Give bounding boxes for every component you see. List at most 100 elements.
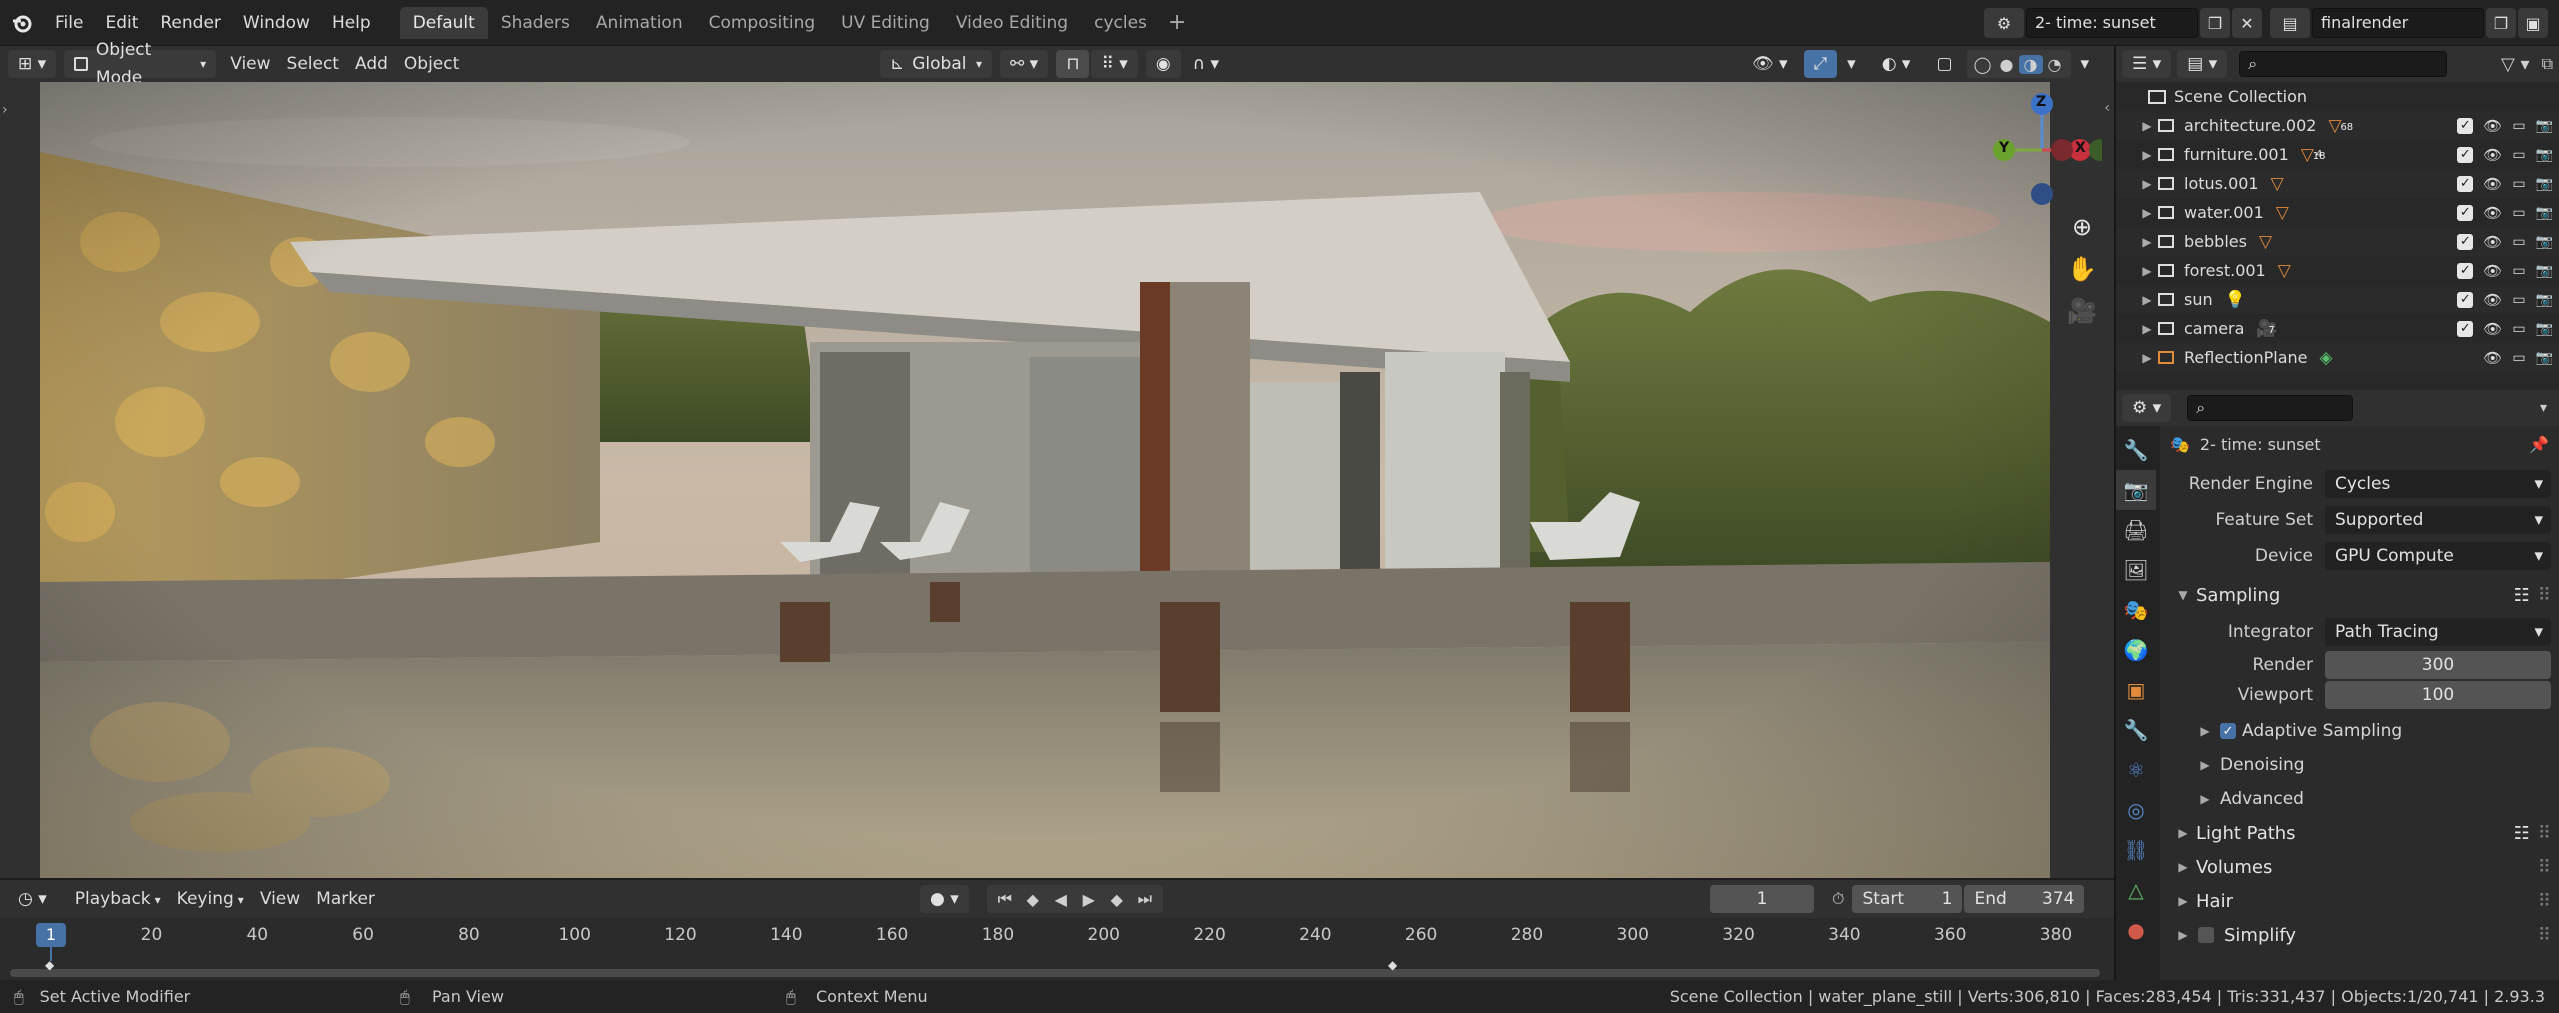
new-view-layer-icon[interactable]: ❐	[2486, 8, 2516, 38]
scene-name-field[interactable]: 2- time: sunset	[2026, 8, 2198, 38]
pan-hand-icon[interactable]: ✋	[2063, 250, 2101, 288]
menu-help[interactable]: Help	[321, 0, 382, 46]
overlay-icon[interactable]: ◐ ▾	[1872, 50, 1921, 78]
outliner-item-sun[interactable]: ▶ sun 💡 ✓ 👁 ▭ 📷	[2116, 285, 2559, 314]
view-layer-field[interactable]: finalrender	[2312, 8, 2484, 38]
render-tab-icon[interactable]: 📷	[2116, 470, 2156, 510]
panel-hair[interactable]: ▶ Hair ⠿	[2160, 884, 2559, 918]
panel-volumes[interactable]: ▶ Volumes ⠿	[2160, 850, 2559, 884]
device-dropdown[interactable]: GPU Compute ▾	[2325, 542, 2551, 570]
jump-end-icon[interactable]: ⏭	[1131, 889, 1159, 909]
drag-handle-icon[interactable]: ⠿	[2538, 585, 2551, 606]
material-tab-icon[interactable]: ●	[2116, 910, 2156, 950]
viewport-menu-view[interactable]: View	[222, 50, 278, 78]
record-icon[interactable]: ● ▾	[920, 885, 969, 913]
workspace-tab-default[interactable]: Default	[399, 6, 488, 39]
viewport-samples-field[interactable]: 100	[2325, 681, 2551, 709]
scene-tab-icon[interactable]: 🎭	[2116, 590, 2156, 630]
editor-type-icon[interactable]: ◷ ▾	[8, 885, 57, 913]
expand-icon[interactable]: ▶	[2138, 264, 2156, 278]
include-checkbox[interactable]: ✓	[2457, 262, 2474, 279]
feature-set-dropdown[interactable]: Supported ▾	[2325, 506, 2551, 534]
next-keyframe-icon[interactable]: ◆	[1103, 890, 1131, 909]
eye-icon[interactable]: 👁	[2483, 233, 2502, 251]
advanced-subpanel[interactable]: ▶ Advanced	[2160, 782, 2559, 816]
outliner-item-furniture-001[interactable]: ▶ furniture.001 ▽ 18 4 ✓ 👁 ▭ 📷	[2116, 140, 2559, 169]
prev-keyframe-icon[interactable]: ◆	[1019, 890, 1047, 909]
panel-light-paths[interactable]: ▶ Light Paths ☷ ⠿	[2160, 816, 2559, 850]
workspace-tab-shaders[interactable]: Shaders	[488, 7, 583, 39]
properties-search-input[interactable]: ⌕	[2187, 395, 2354, 421]
menu-file[interactable]: File	[44, 0, 94, 46]
menu-window[interactable]: Window	[232, 0, 321, 46]
editor-type-icon[interactable]: ⚙ ▾	[2122, 394, 2172, 422]
drag-handle-icon[interactable]: ⠿	[2538, 891, 2551, 912]
pin-icon[interactable]: 📌	[2529, 435, 2549, 454]
stopwatch-icon[interactable]: ⏱	[1832, 889, 1844, 909]
outliner-item-camera[interactable]: ▶ camera 🎥 7 ✓ 👁 ▭ 📷	[2116, 314, 2559, 343]
workspace-tab-cycles[interactable]: cycles	[1081, 7, 1160, 39]
monitor-icon[interactable]: ▭	[2512, 234, 2525, 250]
eye-icon[interactable]: 👁	[2483, 291, 2502, 309]
3d-viewport[interactable]	[40, 82, 2050, 878]
monitor-icon[interactable]: ▭	[2512, 176, 2525, 192]
timeline-menu-keying[interactable]: Keying ▾	[169, 885, 252, 913]
include-checkbox[interactable]: ✓	[2457, 146, 2474, 163]
jump-start-icon[interactable]: ⏮	[991, 889, 1019, 909]
include-checkbox[interactable]: ✓	[2457, 117, 2474, 134]
render-camera-icon[interactable]: 📷	[2536, 176, 2553, 192]
presets-icon[interactable]: ☷	[2514, 585, 2530, 606]
current-frame-field[interactable]: 1	[1710, 885, 1814, 913]
monitor-icon[interactable]: ▭	[2512, 350, 2525, 366]
constraints-tab-icon[interactable]: ⛓	[2116, 830, 2156, 870]
gizmo-dropdown-icon[interactable]: ▾	[1837, 50, 1866, 78]
simplify-checkbox[interactable]	[2198, 927, 2214, 943]
add-workspace-icon[interactable]: +	[1168, 10, 1186, 35]
eye-icon[interactable]: 👁	[2483, 175, 2502, 193]
render-engine-dropdown[interactable]: Cycles ▾	[2325, 470, 2551, 498]
view-layer-tab-icon[interactable]: 🖼	[2116, 550, 2156, 590]
eye-icon[interactable]: 👁	[2483, 349, 2502, 367]
workspace-tab-video-editing[interactable]: Video Editing	[943, 7, 1081, 39]
viewport-menu-object[interactable]: Object	[396, 50, 467, 78]
monitor-icon[interactable]: ▭	[2512, 292, 2525, 308]
proportional-edit-icon[interactable]: ◉	[1145, 50, 1181, 78]
panel-simplify[interactable]: ▶ Simplify ⠿	[2160, 918, 2559, 952]
timeline-scrollbar[interactable]	[10, 969, 2100, 977]
filter-icon[interactable]: ▽ ▾	[2501, 54, 2530, 75]
material-shading-icon[interactable]: ◑	[2018, 54, 2043, 74]
timeline-menu-playback[interactable]: Playback ▾	[67, 885, 169, 913]
expand-icon[interactable]: ▶	[2138, 293, 2156, 307]
eye-icon[interactable]: 👁	[2483, 204, 2502, 222]
render-camera-icon[interactable]: 📷	[2536, 118, 2553, 134]
timeline-menu-marker[interactable]: Marker	[308, 885, 383, 913]
rendered-shading-icon[interactable]: ◔	[2043, 55, 2067, 74]
start-frame-field[interactable]: Start 1	[1852, 885, 1963, 913]
physics-tab-icon[interactable]: ◎	[2116, 790, 2156, 830]
modifier-tab-icon[interactable]: 🔧	[2116, 710, 2156, 750]
expand-icon[interactable]: ▶	[2138, 119, 2156, 133]
drag-handle-icon[interactable]: ⠿	[2538, 857, 2551, 878]
render-camera-icon[interactable]: 📷	[2536, 205, 2553, 221]
output-tab-icon[interactable]: 🖨	[2116, 510, 2156, 550]
solid-shading-icon[interactable]: ●	[1995, 55, 2019, 74]
gizmo-icon[interactable]: ⤢	[1803, 50, 1838, 78]
timeline-menu-view[interactable]: View	[252, 885, 308, 913]
outliner-item-forest-001[interactable]: ▶ forest.001 ▽ ✓ 👁 ▭ 📷	[2116, 256, 2559, 285]
monitor-icon[interactable]: ▭	[2512, 147, 2525, 163]
playhead-marker[interactable]: 1	[36, 923, 66, 947]
workspace-tab-compositing[interactable]: Compositing	[696, 7, 829, 39]
view-layer-selector-icon[interactable]: ▤	[2270, 8, 2310, 38]
monitor-icon[interactable]: ▭	[2512, 205, 2525, 221]
eye-icon[interactable]: 👁	[2483, 117, 2502, 135]
monitor-icon[interactable]: ▭	[2512, 263, 2525, 279]
eye-icon[interactable]: 👁	[2483, 320, 2502, 338]
denoising-subpanel[interactable]: ▶ Denoising	[2160, 748, 2559, 782]
integrator-dropdown[interactable]: Path Tracing ▾	[2325, 618, 2551, 646]
editor-type-icon[interactable]: ⊞ ▾	[8, 50, 57, 78]
orientation-dropdown[interactable]: ⊾ Global ▾	[880, 50, 992, 78]
workspace-tab-uv-editing[interactable]: UV Editing	[828, 7, 943, 39]
new-collection-icon[interactable]: ⧉	[2542, 54, 2553, 74]
expand-icon[interactable]: ▶	[2138, 177, 2156, 191]
wireframe-shading-icon[interactable]: ◯	[1971, 55, 1995, 74]
